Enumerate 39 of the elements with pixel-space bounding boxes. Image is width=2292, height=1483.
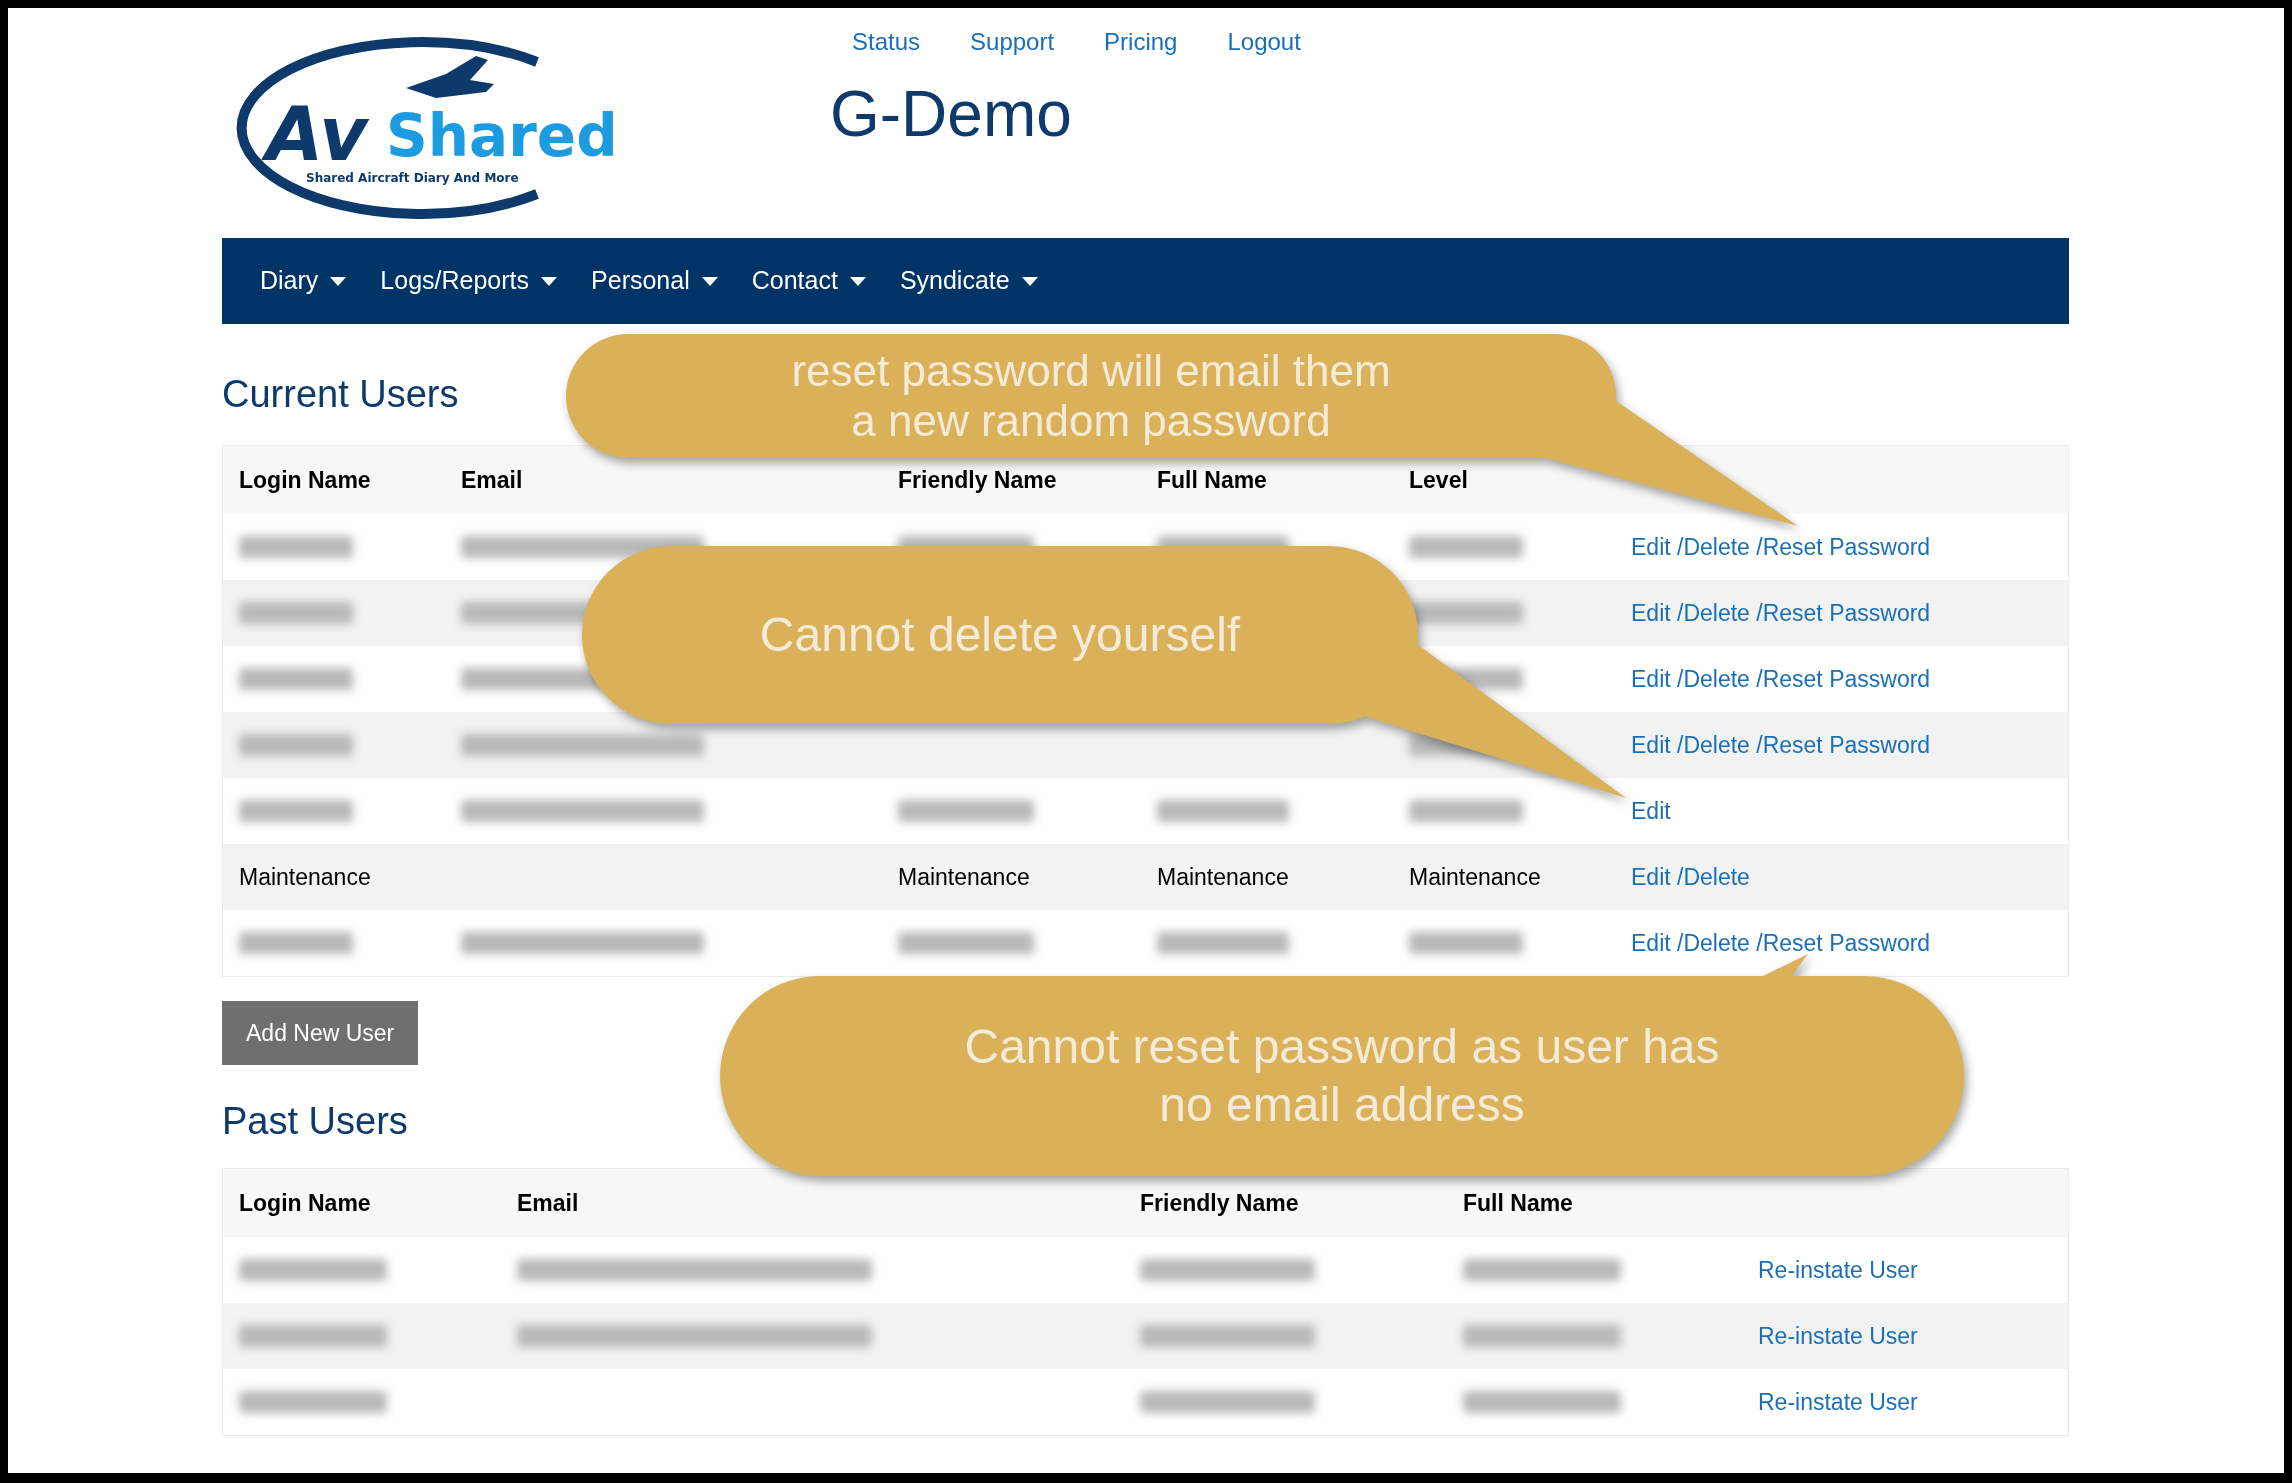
row-action-link[interactable]: Edit /Delete /Reset Password [1631, 727, 1931, 763]
column-header: Full Name [1157, 465, 1267, 495]
column-header: Login Name [239, 1188, 371, 1218]
site-title: G-Demo [830, 82, 1073, 146]
nav-menu[interactable]: Logs/Reports [380, 262, 558, 300]
column-header: Email [461, 465, 523, 495]
row-action-link[interactable]: Edit /Delete /Reset Password [1631, 595, 1931, 631]
row-action-link[interactable]: Re-instate User [1758, 1318, 1918, 1354]
column-header: Friendly Name [898, 465, 1057, 495]
section-heading: Current Users [222, 372, 459, 417]
table-cell-text: Maintenance [1409, 862, 1541, 892]
row-action-link[interactable]: Edit [1631, 793, 1671, 829]
callout-text: Cannot delete yourself [759, 607, 1241, 663]
column-header: Email [517, 1188, 579, 1218]
table-cell-text: Maintenance [239, 862, 371, 892]
top-link[interactable]: Logout [1227, 24, 1301, 60]
column-header: Friendly Name [1140, 1188, 1299, 1218]
callout-text: Cannot reset password as user has no email address [964, 1019, 1720, 1133]
table-cell-text: Maintenance [898, 862, 1030, 892]
section-heading: Past Users [222, 1099, 408, 1144]
nav-menu[interactable]: Syndicate [899, 262, 1038, 300]
top-link[interactable]: Status [852, 24, 921, 60]
row-action-link[interactable]: Edit /Delete /Reset Password [1631, 529, 1931, 565]
nav-menu[interactable]: Personal [591, 262, 718, 300]
row-action-link[interactable]: Re-instate User [1758, 1252, 1918, 1288]
column-header: Level [1409, 465, 1468, 495]
add-new-user-button[interactable]: Add New User [222, 1001, 419, 1065]
nav-menu[interactable]: Diary [260, 262, 347, 300]
top-link[interactable]: Pricing [1104, 24, 1178, 60]
row-action-link[interactable]: Edit /Delete /Reset Password [1631, 661, 1931, 697]
table-cell-text: Maintenance [1157, 862, 1289, 892]
row-action-link[interactable]: Re-instate User [1758, 1384, 1918, 1420]
row-action-link[interactable]: Edit /Delete [1631, 859, 1750, 895]
column-header: Login Name [239, 465, 371, 495]
column-header: Full Name [1463, 1188, 1573, 1218]
row-action-link[interactable]: Edit /Delete /Reset Password [1631, 925, 1931, 961]
nav-menu[interactable]: Contact [751, 262, 866, 300]
callout-text: reset password will email them a new random password [791, 346, 1391, 446]
top-link[interactable]: Support [970, 24, 1055, 60]
